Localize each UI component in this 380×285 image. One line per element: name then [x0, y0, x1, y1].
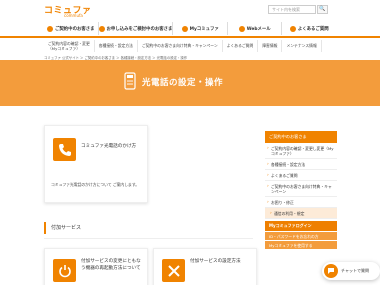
sub-nav: ご契約内容の確認・変更 （Myコミュファ） 各種接続・設定方法 ご契約中のお客さ… — [44, 40, 336, 52]
section-title: 付加サービス — [44, 222, 253, 234]
gnav-faq[interactable]: よくあるご質問 — [282, 22, 336, 35]
mail-icon — [238, 25, 245, 32]
question-icon — [289, 25, 296, 32]
sidebar-item-trouble[interactable]: お困り・修正 — [265, 197, 337, 208]
sidebar-item-contract[interactable]: ご契約内容の確認・変更し変更（Myコミュファ） — [265, 143, 337, 159]
gnav-label: Myコミュファ — [189, 26, 219, 32]
header-accent-bar — [0, 36, 380, 38]
subnav-outage[interactable]: 障害情報 — [258, 40, 283, 52]
section-divider — [44, 238, 253, 239]
subnav-label-line2: （Myコミュファ） — [48, 46, 81, 51]
phone-settings-icon — [124, 72, 136, 90]
sidebar-heading[interactable]: ご契約中のお客さま — [265, 131, 337, 143]
subnav-settings[interactable]: 各種接続・設定方法 — [95, 40, 138, 52]
phone-icon — [53, 138, 76, 161]
card-description: コミュファ光電話のかけ方について ご案内します。 — [51, 182, 140, 187]
site-header: コミュファ commufa サイト内を検索 🔍 ご契約中のお客さま お申し込みを… — [0, 0, 380, 40]
chat-label: チャットで質問 — [341, 268, 369, 273]
gnav-contracted[interactable]: ご契約中のお客さま — [44, 22, 99, 35]
card-title: 付加サービスの変更にともなう機器の再起動方法について — [81, 259, 141, 271]
phone-howto-card[interactable]: コミュファ光電話のかけ方 コミュファ光電話のかけ方について ご案内します。 — [44, 125, 148, 203]
my-commufa-use-link[interactable]: Myコミュファを使用する — [265, 240, 337, 249]
gnav-label: お申し込みをご検討中のお客さま — [106, 26, 173, 32]
sidebar-item-campaign[interactable]: ご契約中のお客さま向け特典・キャンペーン — [265, 181, 337, 197]
subnav-campaign[interactable]: ご契約中のお客さま向け特典・キャンペーン — [138, 40, 223, 52]
sidebar: ご契約中のお客さま ご契約内容の確認・変更し変更（Myコミュファ） 各種接続・設… — [265, 131, 337, 249]
gnav-my-commufa[interactable]: Myコミュファ — [173, 22, 228, 35]
my-commufa-login-link[interactable]: Myコミュファログイン — [265, 221, 337, 231]
chat-icon — [324, 264, 338, 278]
logo-subtext: commufa — [64, 13, 83, 18]
subnav-faq[interactable]: よくあるご質問 — [223, 40, 259, 52]
account-icon — [181, 25, 188, 32]
gnav-label: よくあるご質問 — [297, 26, 329, 32]
page-title: 光電話の設定・操作 — [142, 78, 224, 88]
gnav-considering[interactable]: お申し込みをご検討中のお客さま — [98, 22, 174, 35]
forgot-password-link[interactable]: ID・パスワードをお忘れの方 — [265, 231, 337, 240]
person-icon — [47, 25, 53, 32]
subnav-maintenance[interactable]: メンテナンス情報 — [282, 40, 322, 52]
search-button[interactable]: 🔍 — [317, 5, 328, 14]
global-nav: ご契約中のお客さま お申し込みをご検討中のお客さま Myコミュファ Webメール… — [44, 22, 336, 35]
card-title: コミュファ光電話のかけ方 — [81, 144, 137, 149]
gnav-webmail[interactable]: Webメール — [228, 22, 283, 35]
power-restart-icon — [53, 259, 76, 282]
search-input[interactable]: サイト内を検索 — [268, 5, 316, 14]
document-icon — [98, 25, 105, 32]
subnav-contract-check[interactable]: ご契約内容の確認・変更 （Myコミュファ） — [44, 40, 95, 52]
card-title: 付加サービスの設定方法 — [190, 259, 241, 264]
chat-button[interactable]: チャットで質問 — [322, 262, 380, 280]
sidebar-item-faq[interactable]: よくあるご質問 — [265, 170, 337, 181]
tools-icon — [162, 259, 185, 282]
restart-card[interactable]: 付加サービスの変更にともなう機器の再起動方法について — [44, 248, 148, 285]
setup-card[interactable]: 付加サービスの設定方法 — [153, 248, 257, 285]
gnav-label: ご契約中のお客さま — [55, 26, 95, 32]
gnav-label: Webメール — [246, 26, 271, 32]
sidebar-item-usage[interactable]: 通信の利用・規定 — [265, 208, 337, 219]
sidebar-item-settings[interactable]: 各種接続・設定方法 — [265, 159, 337, 170]
